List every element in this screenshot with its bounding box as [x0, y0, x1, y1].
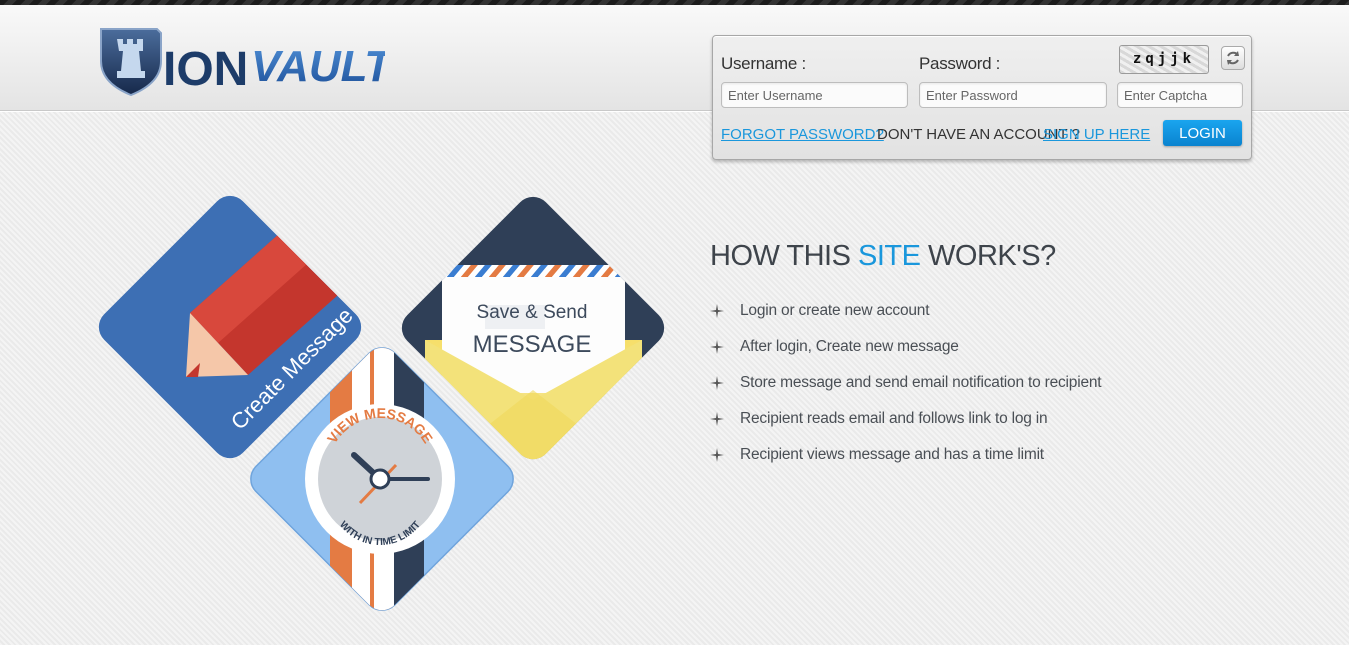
captcha-refresh-button[interactable]	[1221, 46, 1245, 70]
list-item: Recipient views message and has a time l…	[708, 446, 1101, 482]
list-item: Recipient reads email and follows link t…	[708, 410, 1101, 446]
sparkle-bullet-icon	[710, 412, 724, 426]
sparkle-bullet-icon	[710, 340, 724, 354]
list-item: After login, Create new message	[708, 338, 1101, 374]
feature-tiles: Save & Send MESSAGE Create Message VIEW …	[98, 195, 665, 618]
sparkle-bullet-icon	[710, 304, 724, 318]
sign-up-link[interactable]: SIGN UP HERE	[1043, 126, 1150, 143]
watch-icon	[305, 340, 455, 618]
save-send-line1: Save & Send	[477, 302, 588, 323]
forgot-password-link[interactable]: FORGOT PASSWORD?	[721, 126, 884, 143]
sparkle-bullet-icon	[710, 448, 724, 462]
username-label: Username :	[721, 54, 806, 73]
captcha-input[interactable]	[1117, 82, 1243, 108]
password-label: Password :	[919, 54, 1001, 73]
site-logo[interactable]: ION VAULT	[95, 25, 385, 99]
captcha-image: zqjjk	[1119, 45, 1209, 74]
username-input[interactable]	[721, 82, 908, 108]
logo-text-vault: VAULT	[251, 42, 385, 91]
refresh-icon	[1227, 51, 1239, 65]
sparkle-bullet-icon	[710, 376, 724, 390]
login-button[interactable]: LOGIN	[1163, 120, 1242, 146]
login-panel: Username : Password : zqjjk FORGOT PASSW…	[712, 35, 1252, 160]
logo-text-ion: ION	[163, 43, 248, 96]
steps-list: Login or create new account After login,…	[708, 302, 1102, 482]
list-item: Store message and send email notificatio…	[708, 374, 1102, 410]
how-it-works-title: HOW THIS SITE WORK'S?	[710, 240, 1056, 272]
title-accent: SITE	[858, 240, 921, 272]
shield-rook-icon	[100, 28, 162, 97]
save-send-line2: MESSAGE	[473, 331, 592, 358]
list-item: Login or create new account	[708, 302, 1101, 338]
password-input[interactable]	[919, 82, 1107, 108]
